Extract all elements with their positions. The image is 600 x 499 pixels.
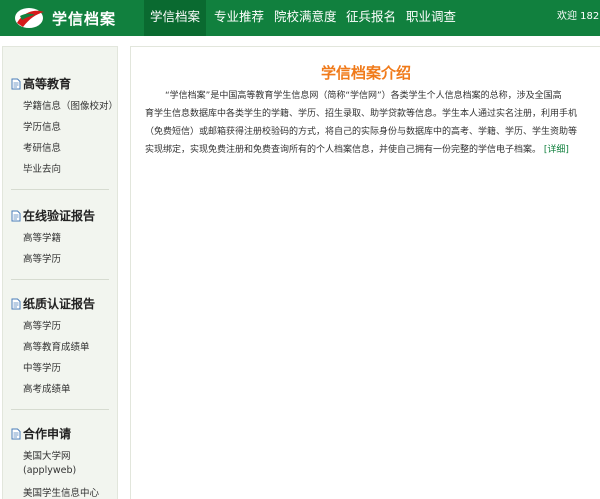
intro-line: “学信档案”是中国高等教育学生信息网（简称“学信网”）各类学生个人信息档案的总称… (165, 91, 562, 101)
sidebar-section-online-verification: 在线验证报告 (11, 207, 95, 223)
left-sidebar: 高等教育 学籍信息（图像校对） 学历信息 考研信息 毕业去向 在线验证报告 高等… (2, 46, 118, 499)
document-icon (11, 428, 21, 440)
sidebar-item-graduate-destination[interactable]: 毕业去向 (23, 161, 61, 175)
nav-tab-xuexin-archive[interactable]: 学信档案 (144, 0, 207, 36)
sidebar-item-enrollment-info[interactable]: 学籍信息（图像校对） (23, 98, 117, 112)
sidebar-item-degree-info[interactable]: 学历信息 (23, 119, 61, 133)
section-title-label: 在线验证报告 (23, 209, 96, 223)
sidebar-item-postgrad-exam-info[interactable]: 考研信息 (23, 140, 61, 154)
intro-line: 实现绑定，实现免费注册和免费查询所有的个人档案信息，并使自己拥有一份完整的学信电… (145, 145, 542, 155)
sidebar-item-us-university-net[interactable]: 美国大学网 (23, 448, 71, 462)
sidebar-item-applyweb[interactable]: (applyweb) (23, 465, 76, 476)
sidebar-item-transcript[interactable]: 高等教育成绩单 (23, 339, 90, 353)
document-icon (11, 210, 21, 222)
welcome-text: 欢迎 182 (557, 11, 600, 22)
site-logo[interactable]: 学信档案 (0, 0, 145, 36)
top-navigation-bar: 学信档案 学信档案 专业推荐 院校满意度 征兵报名 职业调查 欢迎 182 (0, 0, 600, 36)
sidebar-divider (11, 409, 109, 410)
nav-tab-career-survey[interactable]: 职业调查 (400, 0, 462, 36)
sidebar-section-cooperation: 合作申请 (11, 425, 71, 441)
sidebar-section-paper-certification: 纸质认证报告 (11, 295, 95, 311)
logo-text: 学信档案 (52, 10, 117, 28)
intro-line: （免费短信）或邮箱获得注册校验码的方式，将自己的实际身份与数据库中的高考、学籍、… (145, 127, 578, 137)
detail-link[interactable]: [详细] (544, 145, 569, 155)
logo-emblem-icon (15, 8, 44, 28)
intro-paragraph: “学信档案”是中国高等教育学生信息网（简称“学信网”）各类学生个人信息档案的总称… (145, 87, 600, 159)
section-title-label: 合作申请 (23, 427, 72, 441)
sidebar-item-online-enrollment[interactable]: 高等学籍 (23, 230, 61, 244)
sidebar-item-paper-degree[interactable]: 高等学历 (23, 318, 61, 332)
document-icon (11, 78, 21, 90)
intro-line: 育学生信息数据库中各类学生的学籍、学历、招生录取、助学贷款等信息。学生本人通过实… (145, 109, 578, 119)
nav-tab-major-recommend[interactable]: 专业推荐 (208, 0, 270, 36)
sidebar-divider (11, 279, 109, 280)
document-icon (11, 298, 21, 310)
sidebar-item-online-degree[interactable]: 高等学历 (23, 251, 61, 265)
nav-tab-school-satisfaction[interactable]: 院校满意度 (268, 0, 343, 36)
sidebar-item-gaokao-scores[interactable]: 高考成绩单 (23, 381, 71, 395)
page-title: 学信档案介绍 (320, 64, 411, 82)
sidebar-section-higher-education: 高等教育 (11, 75, 71, 91)
section-title-label: 纸质认证报告 (23, 297, 96, 311)
nav-tab-enlistment[interactable]: 征兵报名 (340, 0, 402, 36)
section-title-label: 高等教育 (23, 77, 72, 91)
sidebar-item-secondary-degree[interactable]: 中等学历 (23, 360, 61, 374)
sidebar-item-us-student-info-center[interactable]: 美国学生信息中心 (23, 485, 99, 499)
sidebar-divider (11, 189, 109, 190)
main-content-panel: 学信档案介绍 “学信档案”是中国高等教育学生信息网（简称“学信网”）各类学生个人… (130, 46, 600, 499)
